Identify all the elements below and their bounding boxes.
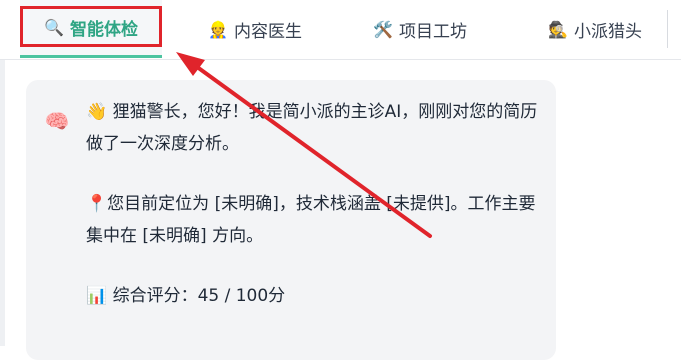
message-score: 📊 综合评分：45 / 100分 [86,286,286,306]
tab-content-doctor[interactable]: 👷 内容医生 [190,0,320,58]
tab-divider [667,10,668,48]
chat-message: 👋 狸猫警长，您好！我是简小派的主诊AI，刚刚对您的简历做了一次深度分析。 📍您… [86,96,546,340]
tab-label: 内容医生 [233,21,302,42]
tools-icon: 🛠️ [373,19,393,39]
tab-label: 智能体检 [69,20,138,40]
left-rail [0,60,5,346]
brain-avatar-icon: 🧠 [44,109,70,133]
magnifier-icon: 🔍 [44,18,64,37]
tab-label: 小派猎头 [573,21,642,42]
tab-smart-checkup[interactable]: 🔍 智能体检 [20,0,162,58]
message-greeting: 👋 狸猫警长，您好！我是简小派的主诊AI，刚刚对您的简历做了一次深度分析。 [86,102,538,154]
message-positioning: 📍您目前定位为 [未明确]，技术栈涵盖 [未提供]。工作主要集中在 [未明确] … [86,194,536,246]
detective-icon: 🕵️ [548,19,568,39]
worker-icon: 👷 [208,19,228,39]
tab-label: 项目工坊 [398,21,467,42]
tab-project-workshop[interactable]: 🛠️ 项目工坊 [355,0,485,58]
tab-bar: 🔍 智能体检 👷 内容医生 🛠️ 项目工坊 🕵️ 小派猎头 [0,0,681,60]
tab-headhunter[interactable]: 🕵️ 小派猎头 [525,0,665,58]
